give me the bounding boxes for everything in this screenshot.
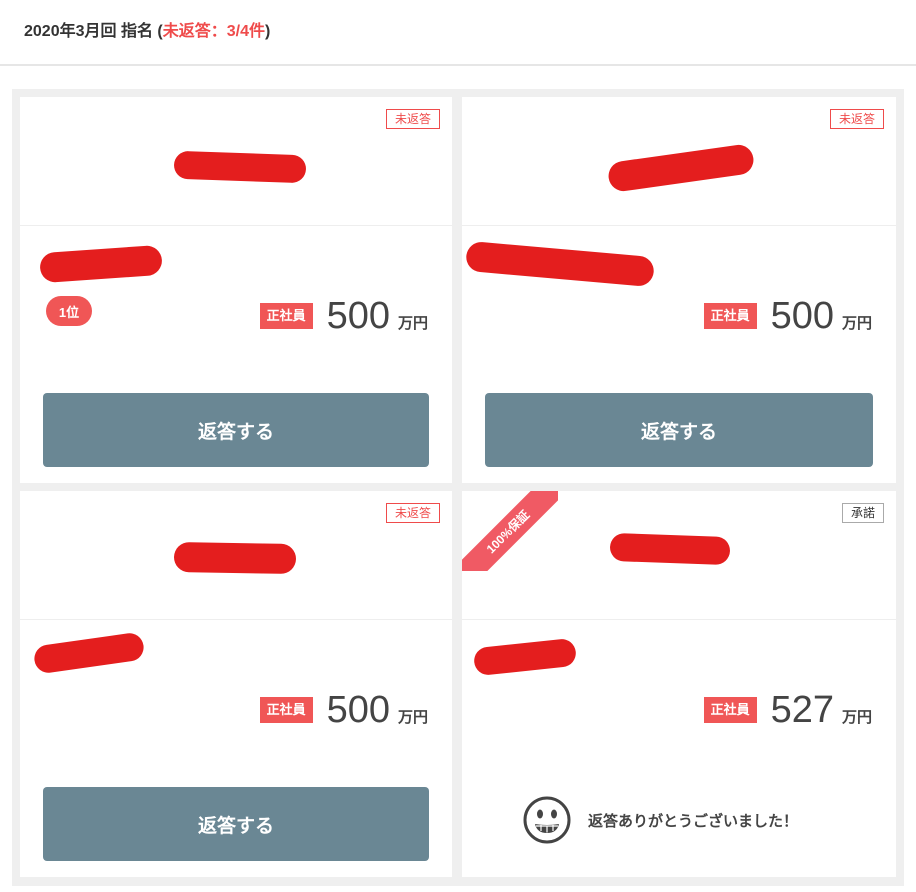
redacted-company-name: [609, 532, 731, 566]
page-header: 2020年3月回 指名 (未返答：3/4件): [0, 0, 916, 66]
redacted-company-name: [173, 150, 307, 184]
thanks-message: 返答ありがとうございました！: [588, 812, 799, 830]
offer-card: 未返答 正社員 500 万円 返答する: [20, 491, 452, 877]
salary-offer: 正社員 527 万円: [703, 689, 872, 731]
offer-card: 100%保証 承諾 正社員 527 万円 返答ありがとうございました！: [462, 491, 896, 877]
employment-type-badge: 正社員: [703, 697, 757, 723]
reply-button[interactable]: 返答する: [43, 393, 429, 467]
salary-unit: 万円: [841, 709, 872, 726]
salary-offer: 正社員 500 万円: [703, 295, 872, 337]
employment-type-badge: 正社員: [703, 303, 757, 329]
salary-unit: 万円: [841, 315, 872, 332]
status-badge: 未返答: [829, 109, 884, 129]
redacted-company-name: [173, 541, 297, 575]
card-header: 未返答: [20, 97, 452, 226]
salary-amount: 500: [326, 689, 390, 731]
status-badge: 承諾: [841, 503, 884, 523]
employment-type-badge: 正社員: [259, 697, 313, 723]
salary-unit: 万円: [397, 315, 428, 332]
status-badge: 未返答: [385, 109, 440, 129]
salary-amount: 500: [770, 295, 834, 337]
redacted-job-title: [472, 637, 578, 677]
rank-badge: 1位: [46, 296, 92, 326]
offer-card: 未返答 正社員 500 万円 返答する: [462, 97, 896, 483]
offer-grid: 未返答 1位 正社員 500 万円 返答する 未返答 正社員 500 万円 返答…: [12, 89, 904, 886]
card-header: 100%保証 承諾: [462, 491, 896, 620]
redacted-job-title: [32, 631, 146, 675]
title-text: 2020年3月回 指名: [24, 23, 153, 40]
reply-thanks: 返答ありがとうございました！: [522, 795, 798, 845]
offer-card: 未返答 1位 正社員 500 万円 返答する: [20, 97, 452, 483]
reply-button[interactable]: 返答する: [43, 787, 429, 861]
reply-button[interactable]: 返答する: [485, 393, 873, 467]
salary-amount: 500: [326, 295, 390, 337]
redacted-company-name: [606, 142, 756, 194]
redacted-job-title: [465, 240, 655, 288]
title-paren-close: ): [264, 23, 271, 40]
salary-offer: 正社員 500 万円: [259, 689, 428, 731]
salary-unit: 万円: [397, 709, 428, 726]
status-badge: 未返答: [385, 503, 440, 523]
guarantee-ribbon-label: 100%保証: [462, 491, 558, 571]
guarantee-ribbon: 100%保証: [462, 491, 558, 571]
card-header: 未返答: [462, 97, 896, 226]
smiley-face-icon: [523, 796, 571, 844]
salary-amount: 527: [770, 689, 834, 731]
title-paren-open: (: [152, 23, 163, 40]
unanswered-count: 未返答：3/4件: [162, 23, 265, 40]
redacted-job-title: [39, 244, 163, 284]
salary-offer: 正社員 500 万円: [259, 295, 428, 337]
page-title: 2020年3月回 指名 (未返答：3/4件): [24, 17, 270, 41]
card-header: 未返答: [20, 491, 452, 620]
employment-type-badge: 正社員: [259, 303, 313, 329]
